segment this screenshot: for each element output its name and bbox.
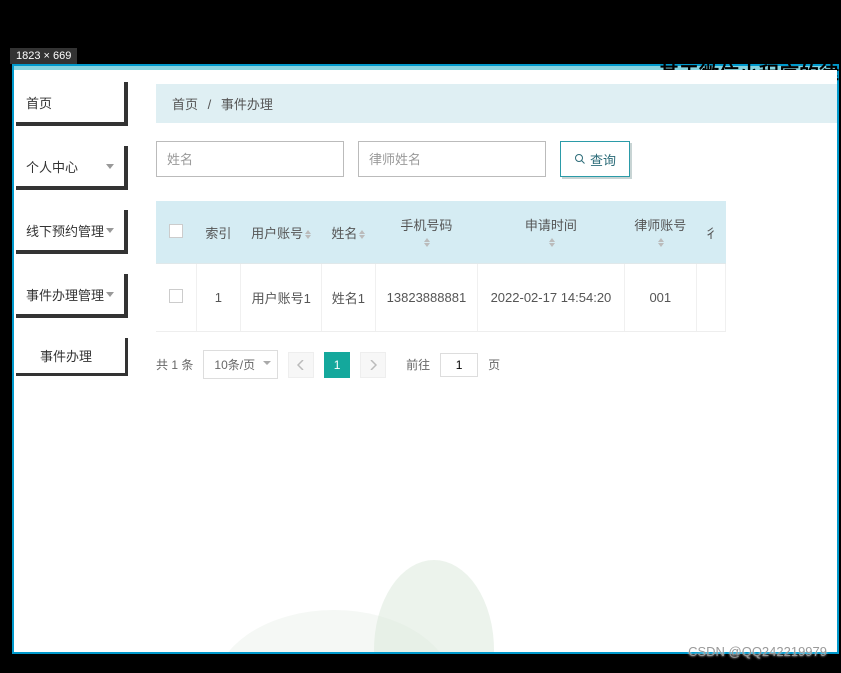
sidebar-item-label: 首页 bbox=[26, 93, 52, 112]
chevron-right-icon bbox=[369, 360, 377, 370]
total-label: 共 1 条 bbox=[156, 356, 193, 373]
cell-index: 1 bbox=[196, 264, 241, 332]
header-checkbox-cell bbox=[156, 201, 196, 264]
prev-page-button[interactable] bbox=[288, 352, 314, 378]
data-table: 索引 用户账号 姓名 手机号码 申请时间 律师账号 彳 1 用户账号1 姓名1 bbox=[156, 201, 726, 332]
sidebar-item-label: 事件办理管理 bbox=[26, 285, 104, 304]
sort-icon bbox=[549, 238, 555, 247]
chevron-down-icon bbox=[106, 228, 114, 233]
watermark: CSDN @QQ242219979 bbox=[688, 644, 827, 659]
table-header-row: 索引 用户账号 姓名 手机号码 申请时间 律师账号 彳 bbox=[156, 201, 726, 264]
pagination: 共 1 条 10条/页 1 前往 页 bbox=[156, 350, 837, 379]
sidebar: 首页 个人中心 线下预约管理 事件办理管理 事件办理 bbox=[14, 70, 134, 652]
select-all-checkbox[interactable] bbox=[169, 224, 183, 238]
header-more: 彳 bbox=[696, 201, 725, 264]
sidebar-item-label: 个人中心 bbox=[26, 157, 78, 176]
current-page[interactable]: 1 bbox=[324, 352, 350, 378]
query-button[interactable]: 查询 bbox=[560, 141, 630, 177]
goto-page-input[interactable] bbox=[440, 353, 478, 377]
chevron-down-icon bbox=[106, 292, 114, 297]
sidebar-subitem-case-handle[interactable]: 事件办理 bbox=[16, 338, 128, 376]
name-input[interactable] bbox=[156, 141, 344, 177]
sidebar-item-label: 事件办理 bbox=[40, 346, 92, 365]
sort-icon bbox=[658, 238, 664, 247]
content-area: 首页 / 事件办理 查询 索引 用户账号 姓名 bbox=[134, 70, 837, 652]
sidebar-item-label: 线下预约管理 bbox=[26, 221, 104, 240]
sidebar-item-case-manage[interactable]: 事件办理管理 bbox=[16, 274, 128, 318]
sidebar-item-home[interactable]: 首页 bbox=[16, 82, 128, 126]
cell-user-account: 用户账号1 bbox=[241, 264, 322, 332]
row-checkbox[interactable] bbox=[169, 289, 183, 303]
sort-icon bbox=[305, 230, 311, 239]
cell-apply-time: 2022-02-17 14:54:20 bbox=[478, 264, 624, 332]
goto-suffix: 页 bbox=[488, 356, 500, 373]
header-user-account[interactable]: 用户账号 bbox=[241, 201, 322, 264]
cell-lawyer-account: 001 bbox=[624, 264, 696, 332]
header-apply-time[interactable]: 申请时间 bbox=[478, 201, 624, 264]
header-phone[interactable]: 手机号码 bbox=[375, 201, 478, 264]
page-size-select[interactable]: 10条/页 bbox=[203, 350, 278, 379]
breadcrumb-separator: / bbox=[208, 97, 212, 112]
header-name[interactable]: 姓名 bbox=[322, 201, 375, 264]
lawyer-name-input[interactable] bbox=[358, 141, 546, 177]
search-icon bbox=[574, 153, 586, 165]
cell-name: 姓名1 bbox=[322, 264, 375, 332]
sidebar-item-profile[interactable]: 个人中心 bbox=[16, 146, 128, 190]
next-page-button[interactable] bbox=[360, 352, 386, 378]
query-button-label: 查询 bbox=[590, 150, 616, 169]
chevron-down-icon bbox=[106, 164, 114, 169]
sort-icon bbox=[359, 230, 365, 239]
app-frame: 基于微信小程序的律 首页 个人中心 线下预约管理 事件办理管理 事件办理 bbox=[12, 64, 839, 654]
breadcrumb: 首页 / 事件办理 bbox=[156, 84, 837, 123]
breadcrumb-home-link[interactable]: 首页 bbox=[172, 97, 198, 112]
table-row[interactable]: 1 用户账号1 姓名1 13823888881 2022-02-17 14:54… bbox=[156, 264, 726, 332]
sort-icon bbox=[424, 238, 430, 247]
image-dimensions-label: 1823 × 669 bbox=[10, 48, 77, 64]
header-index[interactable]: 索引 bbox=[196, 201, 241, 264]
breadcrumb-current: 事件办理 bbox=[221, 97, 273, 112]
goto-prefix: 前往 bbox=[406, 356, 430, 373]
header-lawyer-account[interactable]: 律师账号 bbox=[624, 201, 696, 264]
cell-phone: 13823888881 bbox=[375, 264, 478, 332]
search-row: 查询 bbox=[156, 141, 837, 177]
sidebar-item-offline-booking[interactable]: 线下预约管理 bbox=[16, 210, 128, 254]
chevron-left-icon bbox=[297, 360, 305, 370]
